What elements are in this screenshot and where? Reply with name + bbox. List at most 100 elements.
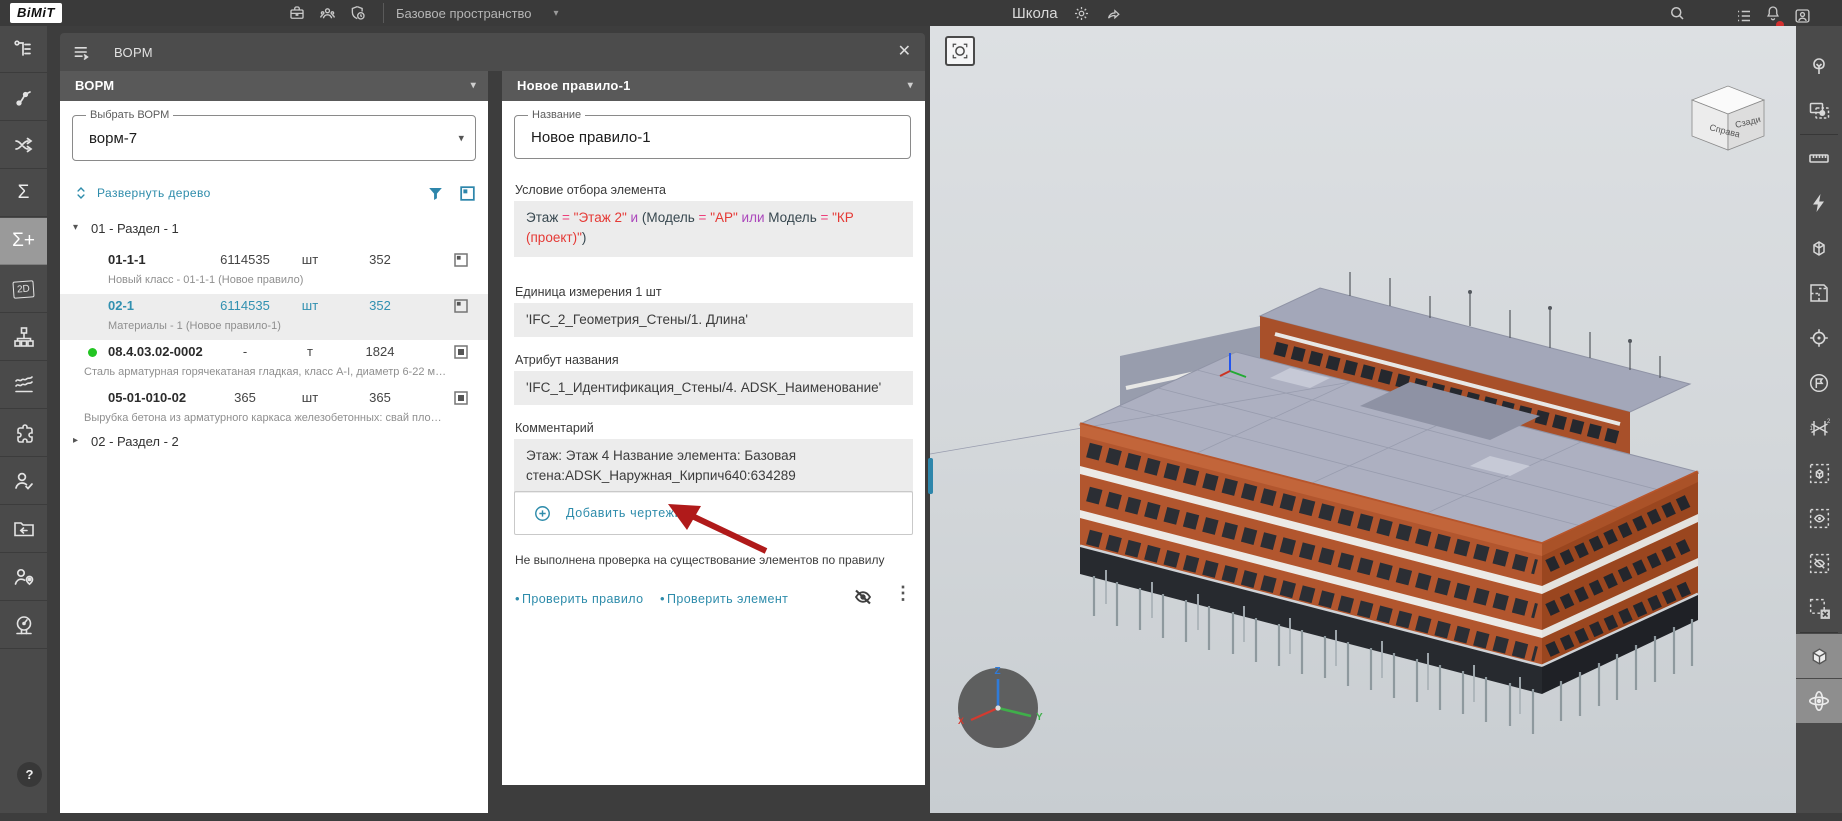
tool-user-locations[interactable] bbox=[0, 554, 47, 601]
condition-box[interactable]: Этаж = "Этаж 2" и (Модель = "АР" или Мод… bbox=[514, 201, 913, 257]
tree-group-label: 02 - Раздел - 2 bbox=[91, 434, 179, 449]
condition-token: или bbox=[742, 210, 769, 225]
capture-view-button[interactable] bbox=[945, 36, 975, 66]
row-count: 365 bbox=[353, 390, 407, 405]
expand-tree-link[interactable]: Развернуть дерево bbox=[74, 185, 211, 201]
row-subtitle: Материалы - 1 (Новое правило-1) bbox=[108, 320, 444, 332]
drawer-menu-icon[interactable] bbox=[72, 42, 92, 62]
row-qty: 6114535 bbox=[210, 252, 280, 267]
shield-clock-icon[interactable] bbox=[349, 4, 367, 22]
tool-isolate[interactable] bbox=[1796, 89, 1842, 133]
account-icon[interactable] bbox=[1793, 7, 1812, 25]
tree-group-2[interactable]: ▸ 02 - Раздел - 2 bbox=[60, 434, 488, 458]
list-menu-icon[interactable] bbox=[1735, 7, 1753, 25]
navigation-gizmo[interactable]: Z X Y bbox=[948, 658, 1048, 758]
tree-row[interactable]: 05-01-010-02 365 шт 365 Вырубка бетона и… bbox=[60, 386, 488, 432]
tree-row-selected[interactable]: 02-1 6114535 шт 352 Материалы - 1 (Новое… bbox=[60, 294, 488, 340]
workspace-selector[interactable]: Базовое пространство ▾ bbox=[396, 0, 559, 26]
row-subtitle: Вырубка бетона из арматурного каркаса же… bbox=[84, 412, 450, 424]
tree-group-1[interactable]: ▾ 01 - Раздел - 1 bbox=[60, 221, 488, 245]
drawing-frame-icon[interactable] bbox=[452, 251, 470, 269]
notifications-button[interactable] bbox=[1764, 4, 1782, 27]
rule-panel: Новое правило-1 ▾ Название Новое правило… bbox=[502, 71, 925, 785]
briefcase-icon[interactable] bbox=[288, 4, 306, 22]
attribute-label: Атрибут названия bbox=[515, 353, 619, 367]
tool-floor-plan[interactable] bbox=[1796, 271, 1842, 315]
rule-name-field[interactable]: Название Новое правило-1 bbox=[514, 115, 911, 159]
app-logo[interactable]: BiMiT bbox=[10, 3, 62, 23]
worm-section-bar[interactable]: ВОРМ ▾ bbox=[60, 71, 488, 101]
tool-show-box[interactable] bbox=[1796, 451, 1842, 495]
frame-select-icon[interactable] bbox=[458, 184, 477, 203]
toolbar-divider bbox=[1800, 632, 1838, 633]
tool-classifier[interactable] bbox=[0, 314, 47, 361]
row-code: 05-01-010-02 bbox=[108, 390, 186, 405]
rule-section-title: Новое правило-1 bbox=[517, 78, 631, 93]
tool-dimensions[interactable]: 12 bbox=[1796, 406, 1842, 450]
tool-summary-add[interactable]: Σ+ bbox=[0, 218, 47, 265]
gear-icon[interactable] bbox=[1073, 5, 1090, 22]
check-rule-link[interactable]: • Проверить правило bbox=[515, 591, 643, 606]
row-count: 352 bbox=[353, 298, 407, 313]
tool-environment[interactable] bbox=[1796, 44, 1842, 88]
rule-section-bar[interactable]: Новое правило-1 ▾ bbox=[502, 71, 925, 101]
tool-dashboard[interactable] bbox=[0, 602, 47, 649]
tool-solid-view[interactable] bbox=[1796, 634, 1842, 678]
attribute-value-box[interactable]: 'IFC_1_Идентификация_Стены/4. ADSK_Наиме… bbox=[514, 371, 913, 405]
tool-show-selected[interactable] bbox=[1796, 496, 1842, 540]
help-label: ? bbox=[26, 767, 34, 782]
filter-icon[interactable] bbox=[426, 184, 445, 203]
floor-plan-icon bbox=[1807, 281, 1831, 305]
search-button[interactable] bbox=[1668, 4, 1686, 27]
tool-hide-selected[interactable] bbox=[1796, 541, 1842, 585]
tool-import-folder[interactable] bbox=[0, 506, 47, 553]
tool-measure[interactable] bbox=[1796, 136, 1842, 180]
tool-clear-selection[interactable] bbox=[1796, 586, 1842, 630]
tool-charts[interactable] bbox=[0, 362, 47, 409]
comment-value-box[interactable]: Этаж: Этаж 4 Название элемента: Базовая … bbox=[514, 439, 913, 493]
tool-summary[interactable]: Σ bbox=[0, 170, 47, 217]
caret-right-icon: ▸ bbox=[73, 435, 78, 446]
drawing-frame-filled-icon[interactable] bbox=[452, 389, 470, 407]
tool-user-check[interactable] bbox=[0, 458, 47, 505]
clear-selection-icon bbox=[1807, 596, 1832, 621]
tree-row[interactable]: 01-1-1 6114535 шт 352 Новый класс - 01-1… bbox=[60, 248, 488, 294]
tool-orbit[interactable] bbox=[1796, 679, 1842, 723]
team-icon[interactable] bbox=[318, 4, 337, 22]
viewport-3d[interactable]: Справа Сзади Z X Y bbox=[930, 26, 1796, 813]
flash-icon bbox=[1807, 191, 1831, 215]
sigma-icon: Σ bbox=[18, 182, 30, 204]
close-icon[interactable]: ✕ bbox=[898, 41, 911, 61]
tool-relations[interactable] bbox=[0, 74, 47, 121]
tool-section-box[interactable] bbox=[1796, 226, 1842, 270]
row-code: 02-1 bbox=[108, 298, 134, 313]
kebab-menu-icon[interactable]: ⋮ bbox=[894, 583, 912, 604]
check-element-link[interactable]: • Проверить элемент bbox=[660, 591, 788, 606]
topbar-right-icons bbox=[1735, 4, 1812, 27]
panel-resize-handle[interactable] bbox=[928, 458, 933, 494]
share-icon[interactable] bbox=[1105, 5, 1122, 22]
tool-plugins[interactable] bbox=[0, 410, 47, 457]
unfold-icon bbox=[74, 185, 88, 201]
tree-row[interactable]: 08.4.03.02-0002 - т 1824 Сталь арматурна… bbox=[60, 340, 488, 386]
tool-sheets-2d[interactable]: 2D bbox=[0, 266, 47, 313]
tool-mappings[interactable] bbox=[0, 122, 47, 169]
unit-value-box[interactable]: 'IFC_2_Геометрия_Стены/1. Длина' bbox=[514, 303, 913, 337]
tool-locate[interactable] bbox=[1796, 316, 1842, 360]
tool-flag[interactable] bbox=[1796, 361, 1842, 405]
drawing-frame-icon[interactable] bbox=[452, 297, 470, 315]
tool-model-tree[interactable] bbox=[0, 26, 47, 73]
tool-flash[interactable] bbox=[1796, 181, 1842, 225]
row-qty: 365 bbox=[210, 390, 280, 405]
condition-token: "Этаж 2" bbox=[574, 210, 631, 225]
locate-target-icon bbox=[1807, 326, 1831, 350]
view-cube[interactable]: Справа Сзади bbox=[1682, 78, 1774, 156]
worm-select[interactable]: Выбрать ВОРМ ворм-7 ▾ bbox=[72, 115, 476, 161]
tree-toolbar: Развернуть дерево bbox=[60, 183, 488, 207]
eye-off-icon[interactable] bbox=[850, 585, 876, 609]
tree-group-label: 01 - Раздел - 1 bbox=[91, 221, 179, 236]
bell-icon bbox=[1764, 4, 1782, 22]
add-drawings-button[interactable]: Добавить чертежи bbox=[514, 491, 913, 535]
drawing-frame-filled-icon[interactable] bbox=[452, 343, 470, 361]
help-button[interactable]: ? bbox=[17, 762, 42, 787]
